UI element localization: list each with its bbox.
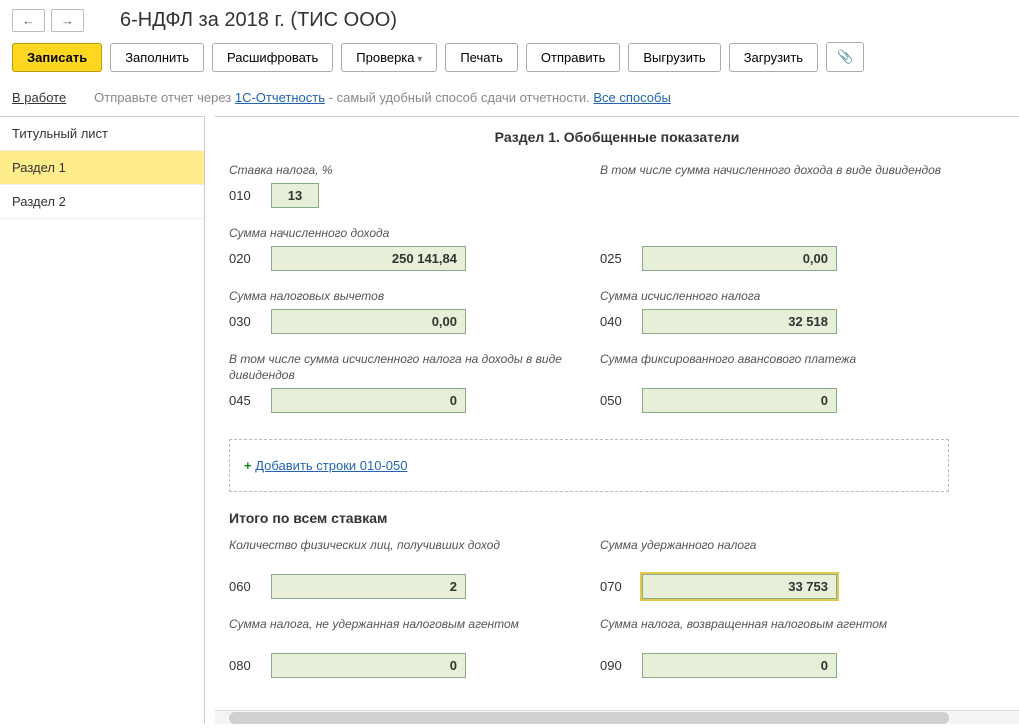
sidebar: Титульный лист Раздел 1 Раздел 2	[0, 116, 205, 724]
field-060[interactable]: 2	[271, 574, 466, 599]
export-button[interactable]: Выгрузить	[628, 43, 720, 72]
label-dividends: В том числе сумма начисленного дохода в …	[600, 163, 949, 211]
print-button[interactable]: Печать	[445, 43, 518, 72]
code-090: 090	[600, 658, 632, 673]
label-notwith: Сумма налога, не удержанная налоговым аг…	[229, 617, 578, 649]
code-020: 020	[229, 251, 261, 266]
send-button[interactable]: Отправить	[526, 43, 620, 72]
field-030[interactable]: 0,00	[271, 309, 466, 334]
field-070[interactable]: 33 753	[642, 574, 837, 599]
code-050: 050	[600, 393, 632, 408]
label-rate: Ставка налога, %	[229, 163, 578, 179]
save-button[interactable]: Записать	[12, 43, 102, 72]
paperclip-icon: 📎	[837, 49, 853, 64]
field-045[interactable]: 0	[271, 388, 466, 413]
forward-button[interactable]: →	[51, 9, 84, 32]
plus-icon: +	[244, 458, 252, 473]
code-060: 060	[229, 579, 261, 594]
add-rows-box: + Добавить строки 010-050	[229, 439, 949, 492]
field-020[interactable]: 250 141,84	[271, 246, 466, 271]
field-050[interactable]: 0	[642, 388, 837, 413]
code-010: 010	[229, 188, 261, 203]
content: Раздел 1. Обобщенные показатели Ставка н…	[215, 116, 1019, 724]
label-divtax: В том числе сумма исчисленного налога на…	[229, 352, 578, 384]
attach-button[interactable]: 📎	[826, 42, 864, 72]
field-040[interactable]: 32 518	[642, 309, 837, 334]
section-title: Раздел 1. Обобщенные показатели	[229, 129, 1005, 145]
code-025: 025	[600, 251, 632, 266]
status-link[interactable]: В работе	[12, 90, 66, 105]
sidebar-item-section2[interactable]: Раздел 2	[0, 185, 204, 219]
code-030: 030	[229, 314, 261, 329]
label-income: Сумма начисленного дохода	[229, 226, 578, 242]
check-button[interactable]: Проверка	[341, 43, 437, 72]
import-button[interactable]: Загрузить	[729, 43, 818, 72]
label-persons: Количество физических лиц, получивших до…	[229, 538, 578, 570]
code-070: 070	[600, 579, 632, 594]
code-040: 040	[600, 314, 632, 329]
all-methods-link[interactable]: Все способы	[593, 90, 670, 105]
code-080: 080	[229, 658, 261, 673]
decode-button[interactable]: Расшифровать	[212, 43, 333, 72]
field-025[interactable]: 0,00	[642, 246, 837, 271]
totals-head: Итого по всем ставкам	[229, 510, 1005, 526]
label-fixed: Сумма фиксированного авансового платежа	[600, 352, 949, 384]
field-080[interactable]: 0	[271, 653, 466, 678]
label-returned: Сумма налога, возвращенная налоговым аге…	[600, 617, 949, 649]
page-title: 6-НДФЛ за 2018 г. (ТИС ООО)	[120, 9, 397, 32]
sidebar-item-section1[interactable]: Раздел 1	[0, 151, 204, 185]
reporting-link[interactable]: 1С-Отчетность	[235, 90, 325, 105]
code-045: 045	[229, 393, 261, 408]
add-rows-link[interactable]: Добавить строки 010-050	[255, 458, 407, 473]
label-withheld: Сумма удержанного налога	[600, 538, 949, 570]
label-deduct: Сумма налоговых вычетов	[229, 289, 578, 305]
field-010[interactable]: 13	[271, 183, 319, 208]
scrollbar-thumb[interactable]	[229, 712, 949, 724]
fill-button[interactable]: Заполнить	[110, 43, 204, 72]
back-button[interactable]: ←	[12, 9, 45, 32]
label-calc: Сумма исчисленного налога	[600, 289, 949, 305]
horizontal-scrollbar[interactable]	[215, 710, 1019, 724]
field-090[interactable]: 0	[642, 653, 837, 678]
sidebar-item-title[interactable]: Титульный лист	[0, 117, 204, 151]
info-text: Отправьте отчет через 1С-Отчетность - са…	[94, 90, 671, 105]
